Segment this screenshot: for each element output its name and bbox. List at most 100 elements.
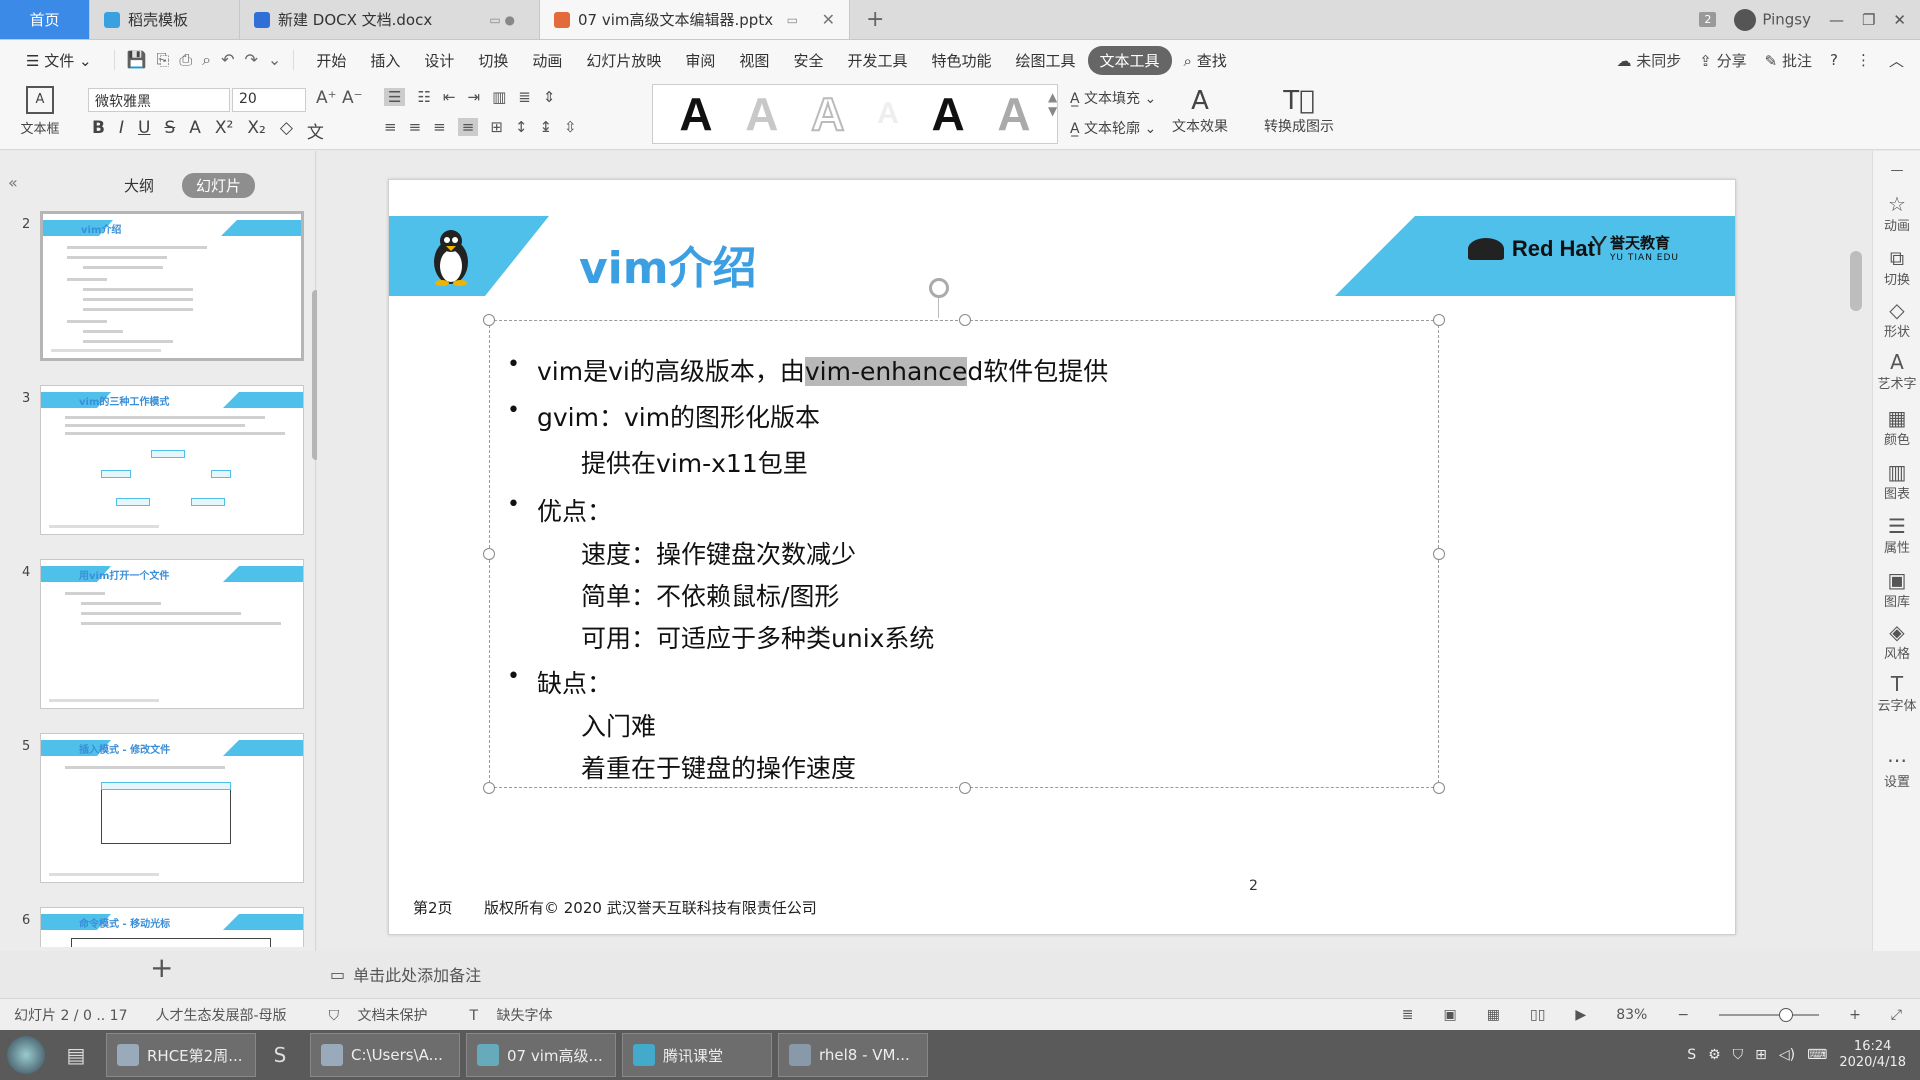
- canvas-scrollbar[interactable]: [1850, 251, 1862, 311]
- collapse-panel-icon[interactable]: «: [8, 173, 18, 192]
- tab-home[interactable]: 首页: [0, 0, 90, 39]
- more-options-icon[interactable]: ⋮: [1856, 51, 1871, 69]
- undo-icon[interactable]: ↶: [221, 50, 234, 70]
- text-fill-button[interactable]: A̲ 文本填充 ⌄: [1070, 88, 1156, 108]
- comment-button[interactable]: ✎ 批注: [1765, 50, 1812, 71]
- vertical-align-icon[interactable]: ⇳: [564, 118, 577, 136]
- sidebar-item-settings[interactable]: ⋯ 设置: [1873, 749, 1920, 790]
- taskbar-item[interactable]: 07 vim高级...: [466, 1033, 616, 1077]
- menu-text-tools[interactable]: 文本工具: [1087, 45, 1172, 75]
- missing-font-status[interactable]: T 缺失字体: [456, 1005, 553, 1025]
- bullet-line[interactable]: 缺点：: [507, 664, 612, 700]
- zoom-out-icon[interactable]: −: [1677, 1007, 1689, 1023]
- font-family-select[interactable]: 微软雅黑: [88, 88, 230, 112]
- italic-icon[interactable]: I: [119, 118, 124, 143]
- subscript-icon[interactable]: X₂: [247, 118, 265, 143]
- resize-handle[interactable]: [483, 548, 495, 560]
- menu-animation[interactable]: 动画: [520, 46, 574, 75]
- keyboard-icon[interactable]: ⌨: [1807, 1047, 1827, 1063]
- resize-handle[interactable]: [483, 782, 495, 794]
- file-menu[interactable]: ☰ 文件 ⌄: [14, 46, 104, 75]
- sub-line[interactable]: 简单：不依赖鼠标/图形: [581, 577, 839, 613]
- numbering-icon[interactable]: ☷: [417, 88, 430, 106]
- text-direction-icon[interactable]: ⇕: [543, 88, 556, 106]
- print-icon[interactable]: ⎙: [179, 50, 192, 70]
- slide-thumbnail[interactable]: 用vim打开一个文件: [40, 559, 304, 709]
- resize-handle[interactable]: [959, 314, 971, 326]
- resize-handle[interactable]: [1433, 782, 1445, 794]
- superscript-icon[interactable]: X²: [215, 118, 233, 143]
- restore-icon[interactable]: ❐: [1862, 11, 1875, 29]
- text-effect-button[interactable]: A 文本效果: [1172, 86, 1228, 136]
- sub-line[interactable]: 着重在于键盘的操作速度: [581, 749, 856, 785]
- zoom-slider[interactable]: [1719, 1007, 1820, 1022]
- explorer-icon[interactable]: ▤: [52, 1033, 100, 1077]
- reading-view-icon[interactable]: ▯▯: [1530, 1007, 1545, 1023]
- font-color-icon[interactable]: A: [189, 118, 201, 143]
- line-spacing-icon[interactable]: ≣: [518, 88, 531, 106]
- preview-icon[interactable]: ⌕: [202, 50, 211, 70]
- decrease-indent-icon[interactable]: ⇤: [443, 88, 456, 106]
- slide[interactable]: vim介绍 Red Hat Y 誉天教育 YU TIAN EDU vim是vi的…: [388, 179, 1736, 935]
- new-tab-button[interactable]: +: [850, 0, 900, 39]
- menu-slideshow[interactable]: 幻灯片放映: [574, 46, 673, 75]
- gallery-scroll-icon[interactable]: ▲ ▼: [1048, 90, 1057, 118]
- share-button[interactable]: ⇪ 分享: [1699, 50, 1746, 71]
- bullet-line[interactable]: vim是vi的高级版本，由vim-enhanced软件包提供: [507, 352, 1108, 388]
- fit-window-icon[interactable]: ⤢: [1891, 1007, 1902, 1023]
- wordart-style-4[interactable]: A: [877, 97, 899, 131]
- app-s-icon[interactable]: S: [256, 1033, 304, 1077]
- pin-icon[interactable]: ▭ ●: [489, 13, 515, 27]
- rotate-handle[interactable]: [929, 278, 949, 298]
- slide-thumbnail[interactable]: vim介绍: [40, 211, 304, 361]
- sidebar-item-style[interactable]: ◈ 风格: [1873, 621, 1920, 662]
- slideshow-icon[interactable]: ▶: [1575, 1007, 1586, 1023]
- slide-thumbnail[interactable]: vim的三种工作模式: [40, 385, 304, 535]
- zoom-level[interactable]: 83%: [1616, 1007, 1647, 1023]
- sub-line[interactable]: 速度：操作键盘次数减少: [581, 535, 856, 571]
- menu-view[interactable]: 视图: [727, 46, 781, 75]
- collapse-ribbon-icon[interactable]: ︿: [1889, 50, 1904, 71]
- menu-features[interactable]: 特色功能: [919, 46, 1003, 75]
- theme-name[interactable]: 人才生态发展部-母版: [156, 1005, 287, 1025]
- search-menu[interactable]: ⌕ 查找: [1172, 46, 1239, 75]
- convert-to-smartart-button[interactable]: T⃞ 转换成图示: [1264, 86, 1334, 136]
- spacing-after-icon[interactable]: ↨: [539, 118, 552, 136]
- sidebar-item-transition[interactable]: ⧉ 切换: [1873, 247, 1920, 288]
- redo-icon[interactable]: ↷: [245, 50, 258, 70]
- grow-shrink-font[interactable]: A⁺ A⁻: [316, 88, 363, 108]
- sidebar-item-chart[interactable]: ▥ 图表: [1873, 461, 1920, 502]
- sidebar-item-shape[interactable]: ◇ 形状: [1873, 299, 1920, 340]
- slide-title[interactable]: vim介绍: [579, 232, 757, 296]
- increase-indent-icon[interactable]: ⇥: [467, 88, 480, 106]
- menu-developer[interactable]: 开发工具: [835, 46, 919, 75]
- menu-insert[interactable]: 插入: [358, 46, 412, 75]
- align-right-icon[interactable]: ≡: [433, 118, 446, 136]
- sorter-view-icon[interactable]: ▦: [1487, 1007, 1500, 1023]
- sync-button[interactable]: ☁ 未同步: [1617, 50, 1682, 71]
- sidebar-item-color[interactable]: ▦ 颜色: [1873, 407, 1920, 448]
- resize-handle[interactable]: [483, 314, 495, 326]
- align-left-icon[interactable]: ≡: [384, 118, 397, 136]
- menu-drawing-tools[interactable]: 绘图工具: [1003, 46, 1087, 75]
- tab-slides[interactable]: 幻灯片: [182, 173, 256, 198]
- sidebar-item-animation[interactable]: ☆ 动画: [1873, 193, 1920, 234]
- bold-icon[interactable]: B: [92, 118, 105, 143]
- volume-icon[interactable]: ◁): [1779, 1047, 1795, 1063]
- bullet-line[interactable]: 优点：: [507, 492, 612, 528]
- textbox-button[interactable]: A 文本框: [10, 86, 70, 137]
- more-icon[interactable]: ⌄: [268, 50, 281, 70]
- bullets-icon[interactable]: ☰: [384, 88, 406, 106]
- font-size-select[interactable]: 20: [232, 88, 306, 112]
- resize-handle[interactable]: [1433, 314, 1445, 326]
- tab-outline[interactable]: 大纲: [110, 173, 168, 198]
- add-slide-button[interactable]: +: [150, 951, 173, 984]
- menu-review[interactable]: 审阅: [673, 46, 727, 75]
- taskbar-item[interactable]: rhel8 - VM...: [778, 1033, 928, 1077]
- columns-icon[interactable]: ▥: [492, 88, 506, 106]
- resize-handle[interactable]: [959, 782, 971, 794]
- window-count-badge[interactable]: 2: [1699, 12, 1717, 27]
- phonetic-icon[interactable]: 文: [307, 118, 324, 143]
- sub-line[interactable]: 入门难: [581, 707, 656, 743]
- spacing-before-icon[interactable]: ↕: [515, 118, 528, 136]
